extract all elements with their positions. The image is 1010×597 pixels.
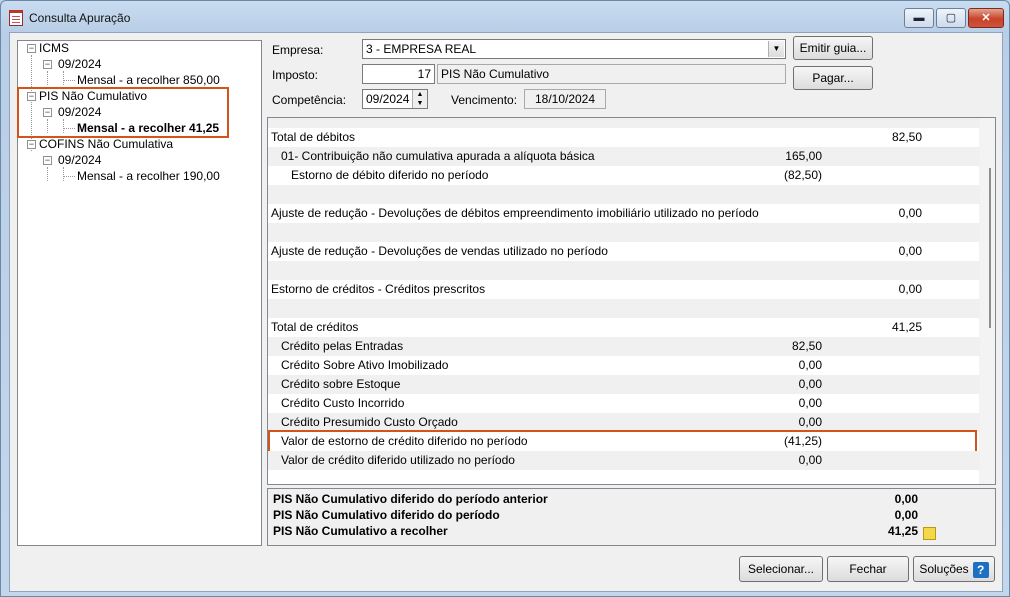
grid-row-description: Crédito pelas Entradas bbox=[281, 339, 404, 353]
title-bar: Consulta Apuração ▬ ▢ ✕ bbox=[1, 1, 1009, 33]
grid-row-description: Crédito sobre Estoque bbox=[281, 377, 401, 391]
grid-row[interactable]: 01- Contribuição não cumulativa apurada … bbox=[268, 147, 980, 166]
grid-row-total: 0,00 bbox=[898, 244, 922, 258]
tree-collapse-icon[interactable]: − bbox=[27, 44, 36, 53]
tree-line bbox=[47, 167, 48, 181]
close-button[interactable]: ✕ bbox=[968, 8, 1004, 28]
solucoes-button[interactable]: Soluções? bbox=[913, 556, 995, 582]
grid-row-description: Crédito Sobre Ativo Imobilizado bbox=[281, 358, 449, 372]
summary-label: PIS Não Cumulativo diferido do período bbox=[273, 508, 500, 522]
window-title: Consulta Apuração bbox=[29, 11, 131, 25]
competencia-label: Competência: bbox=[272, 93, 347, 107]
grid-row-value: (82,50) bbox=[783, 168, 822, 182]
help-icon: ? bbox=[972, 561, 989, 578]
summary-label: PIS Não Cumulativo diferido do período a… bbox=[273, 492, 548, 506]
app-window: Consulta Apuração ▬ ▢ ✕ − ICMS − 09/2024… bbox=[0, 0, 1010, 597]
grid-row[interactable]: Estorno de créditos - Créditos prescrito… bbox=[268, 280, 980, 299]
tree-line bbox=[63, 167, 64, 181]
grid-row-description: Estorno de créditos - Créditos prescrito… bbox=[271, 282, 486, 296]
empresa-select[interactable]: 3 - EMPRESA REAL ▼ bbox=[362, 39, 786, 59]
minimize-button[interactable]: ▬ bbox=[904, 8, 934, 28]
imposto-code-field[interactable]: 17 bbox=[362, 64, 435, 84]
tree-node-icms[interactable]: ICMS bbox=[39, 41, 69, 55]
coins-icon[interactable] bbox=[923, 527, 936, 540]
fechar-button[interactable]: Fechar bbox=[827, 556, 909, 582]
grid-row[interactable]: Estorno de débito diferido no período (82… bbox=[268, 166, 980, 185]
grid-row-description: Estorno de débito diferido no período bbox=[291, 168, 489, 182]
tree-line bbox=[63, 80, 75, 81]
selecionar-button[interactable]: Selecionar... bbox=[739, 556, 823, 582]
tree-line bbox=[63, 176, 75, 177]
grid-row[interactable]: Total de débitos 82,50 bbox=[268, 128, 980, 147]
grid-row[interactable]: Crédito Sobre Ativo Imobilizado 0,00 bbox=[268, 356, 980, 375]
tree-collapse-icon[interactable]: − bbox=[27, 140, 36, 149]
grid-row-value: 82,50 bbox=[791, 339, 822, 353]
summary-label: PIS Não Cumulativo a recolher bbox=[273, 524, 448, 538]
grid-row[interactable]: Ajuste de redução - Devoluções de vendas… bbox=[268, 242, 980, 261]
tree-line bbox=[47, 71, 48, 85]
grid-row-description: Ajuste de redução - Devoluções de débito… bbox=[271, 206, 759, 220]
app-icon bbox=[9, 10, 23, 26]
vencimento-field: 18/10/2024 bbox=[524, 89, 606, 109]
empresa-label: Empresa: bbox=[272, 43, 324, 57]
grid-row-value: 165,00 bbox=[785, 149, 822, 163]
competencia-field[interactable]: 09/2024 ▲ ▼ bbox=[362, 89, 428, 109]
tree-node-cofins[interactable]: COFINS Não Cumulativa bbox=[39, 137, 173, 151]
pagar-button[interactable]: Pagar... bbox=[793, 66, 873, 90]
grid-row[interactable] bbox=[268, 118, 980, 128]
vertical-scrollbar[interactable] bbox=[979, 118, 995, 484]
spinner-icon[interactable]: ▲ ▼ bbox=[412, 90, 427, 108]
grid-row-total: 0,00 bbox=[898, 206, 922, 220]
tree-line bbox=[63, 71, 64, 85]
scrollbar-thumb[interactable] bbox=[989, 168, 991, 328]
chevron-down-icon[interactable]: ▼ bbox=[768, 41, 784, 57]
tree-node-apuracao[interactable]: Mensal - a recolher 190,00 bbox=[77, 169, 220, 183]
grid-row[interactable] bbox=[268, 261, 980, 280]
emitir-guia-button[interactable]: Emitir guia... bbox=[793, 36, 873, 60]
grid-row-description: Total de débitos bbox=[271, 130, 356, 144]
grid-row[interactable] bbox=[268, 223, 980, 242]
highlight-box bbox=[268, 430, 977, 453]
highlight-box bbox=[17, 87, 229, 138]
grid-row-description: Ajuste de redução - Devoluções de vendas… bbox=[271, 244, 608, 258]
competencia-value: 09/2024 bbox=[366, 92, 410, 106]
summary-value: 0,00 bbox=[894, 508, 918, 522]
grid-row[interactable] bbox=[268, 299, 980, 318]
empresa-value: 3 - EMPRESA REAL bbox=[366, 42, 477, 56]
tree-node-apuracao[interactable]: Mensal - a recolher 850,00 bbox=[77, 73, 220, 87]
grid-row-description: Valor de crédito diferido utilizado no p… bbox=[281, 453, 515, 467]
apuracao-tree[interactable]: − ICMS − 09/2024 Mensal - a recolher 850… bbox=[17, 40, 262, 546]
grid-row-value: 0,00 bbox=[798, 377, 822, 391]
grid-row-value: 0,00 bbox=[798, 453, 822, 467]
grid-row[interactable]: Crédito sobre Estoque 0,00 bbox=[268, 375, 980, 394]
grid-row-total: 82,50 bbox=[891, 130, 922, 144]
grid-row[interactable]: Crédito Custo Incorrido 0,00 bbox=[268, 394, 980, 413]
grid-row-description: 01- Contribuição não cumulativa apurada … bbox=[281, 149, 595, 163]
grid-row[interactable] bbox=[268, 185, 980, 204]
grid-row[interactable]: Ajuste de redução - Devoluções de débito… bbox=[268, 204, 980, 223]
tree-node-period[interactable]: 09/2024 bbox=[58, 153, 101, 167]
imposto-name-field: PIS Não Cumulativo bbox=[437, 64, 786, 84]
grid-row-total: 41,25 bbox=[891, 320, 922, 334]
vencimento-label: Vencimento: bbox=[451, 93, 518, 107]
maximize-button[interactable]: ▢ bbox=[936, 8, 966, 28]
grid-row-value: 0,00 bbox=[798, 358, 822, 372]
summary-value: 41,25 bbox=[887, 524, 918, 538]
grid-row-value: 0,00 bbox=[798, 396, 822, 410]
client-area: − ICMS − 09/2024 Mensal - a recolher 850… bbox=[9, 32, 1003, 592]
solucoes-label: Soluções bbox=[919, 562, 969, 576]
tree-collapse-icon[interactable]: − bbox=[43, 156, 52, 165]
apuracao-grid[interactable]: Total de débitos 82,50 01- Contribuição nã… bbox=[267, 117, 996, 485]
grid-row-description: Crédito Custo Incorrido bbox=[281, 396, 405, 410]
grid-row[interactable]: Crédito pelas Entradas 82,50 bbox=[268, 337, 980, 356]
tree-node-period[interactable]: 09/2024 bbox=[58, 57, 101, 71]
grid-row-description: Total de créditos bbox=[271, 320, 359, 334]
summary-panel: PIS Não Cumulativo diferido do período a… bbox=[267, 488, 996, 546]
grid-row[interactable]: Valor de crédito diferido utilizado no p… bbox=[268, 451, 980, 470]
grid-row[interactable]: Total de créditos 41,25 bbox=[268, 318, 980, 337]
grid-row-total: 0,00 bbox=[898, 282, 922, 296]
summary-value: 0,00 bbox=[894, 492, 918, 506]
imposto-label: Imposto: bbox=[272, 68, 319, 82]
tree-collapse-icon[interactable]: − bbox=[43, 60, 52, 69]
